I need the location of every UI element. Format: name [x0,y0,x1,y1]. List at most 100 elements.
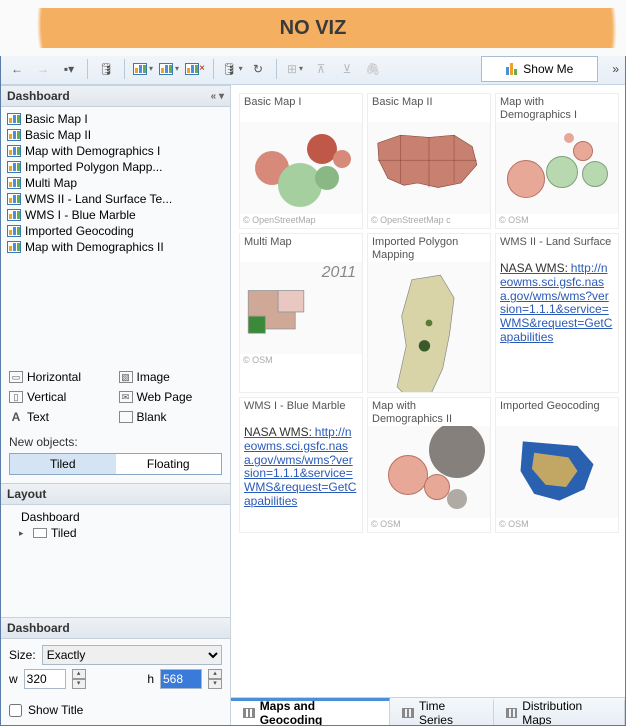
tiled-button[interactable]: Tiled [10,454,116,474]
card-title: Basic Map II [368,94,490,122]
layout-panel-title: Layout [7,487,46,501]
size-mode-select[interactable]: Exactly [42,645,222,665]
sheet-icon [7,225,21,237]
sheet-icon [7,161,21,173]
card-viz: 2011 [240,262,362,354]
sheet-icon [7,209,21,221]
globe-icon: ✉ [119,391,133,403]
obj-vertical[interactable]: ▯Vertical [7,389,115,405]
card-wms-1[interactable]: WMS I - Blue Marble NO VIZ NASA WMS: htt… [239,397,363,533]
sheet-item[interactable]: Imported Geocoding [3,223,228,239]
tab-distribution-maps[interactable]: Distribution Maps [494,698,625,725]
card-imported-polygon[interactable]: Imported Polygon Mapping [367,233,491,393]
sheet-label: Imported Polygon Mapp... [25,160,162,174]
sheet-item[interactable]: Basic Map II [3,127,228,143]
tab-maps-geocoding[interactable]: Maps and Geocoding [231,698,390,725]
dashboard-panel-header[interactable]: Dashboard « ▾ [1,85,230,107]
forward-button[interactable]: → [33,59,53,79]
tree-child[interactable]: ▸Tiled [7,525,224,541]
card-wms-2[interactable]: WMS II - Land Surface NO VIZ NASA WMS: h… [495,233,619,393]
obj-image[interactable]: ▧Image [117,369,225,385]
caret-icon[interactable]: ▸ [19,528,29,539]
datasource-button[interactable]: 🛢 [96,59,116,79]
sheet-item[interactable]: Imported Polygon Mapp... [3,159,228,175]
card-attribution: © OSM [368,518,490,532]
card-title: Imported Polygon Mapping [368,234,490,262]
card-attribution: © OpenStreetMap c [368,214,490,228]
width-input[interactable] [24,669,66,689]
card-title: WMS II - Land Surface [496,234,618,262]
worksheet-tabs: Maps and Geocoding Time Series Distribut… [231,697,625,725]
image-icon: ▧ [119,371,133,383]
horizontal-icon: ▭ [9,371,23,383]
sheet-icon [7,177,21,189]
clear-sheet-button[interactable]: × [185,59,205,79]
dashboard-canvas[interactable]: Basic Map I © OpenStreetMap [231,85,625,697]
group-button[interactable]: ⊞ [285,59,305,79]
dashboard-tab-icon [506,708,518,718]
show-title-label: Show Title [28,703,83,717]
attach-button[interactable]: 🖇 [363,59,383,79]
duplicate-sheet-button[interactable] [159,59,179,79]
floating-button[interactable]: Floating [116,454,222,474]
sheet-item[interactable]: WMS II - Land Surface Te... [3,191,228,207]
sheet-item[interactable]: Basic Map I [3,111,228,127]
layout-panel-header[interactable]: Layout [1,483,230,505]
width-stepper[interactable]: ▴▾ [72,669,86,689]
sheet-icon [7,145,21,157]
obj-blank[interactable]: Blank [117,409,225,425]
sheet-item[interactable]: Map with Demographics I [3,143,228,159]
obj-text[interactable]: AText [7,409,115,425]
canvas: Basic Map I © OpenStreetMap [231,85,625,725]
obj-horizontal[interactable]: ▭Horizontal [7,369,115,385]
refresh-button[interactable]: ↻ [248,59,268,79]
blank-icon [119,411,133,423]
sheet-item[interactable]: Multi Map [3,175,228,191]
sheet-item[interactable]: Map with Demographics II [3,239,228,255]
dashboard-tab-icon [402,708,414,718]
card-basic-map-1[interactable]: Basic Map I © OpenStreetMap [239,93,363,229]
card-title: Map with Demographics I [496,94,618,122]
dashboard-sheet-list: Basic Map I Basic Map II Map with Demogr… [1,107,230,259]
card-viz [496,426,618,518]
show-me-button[interactable]: Show Me [481,56,598,82]
dashboard-panel-title: Dashboard [7,89,70,103]
show-title-checkbox[interactable] [9,704,22,717]
toolbar-overflow[interactable]: » [604,62,619,76]
tree-root[interactable]: Dashboard [7,509,224,525]
card-link[interactable]: NASA WMS: http://neowms.sci.gsfc.nasa.go… [240,426,362,513]
tab-time-series[interactable]: Time Series [390,698,493,725]
card-demographics-2[interactable]: Map with Demographics II © OSM [367,397,491,533]
new-sheet-button[interactable] [133,59,153,79]
sort-asc-button[interactable]: ⊼ [311,59,331,79]
sheet-label: Basic Map I [25,112,88,126]
vertical-icon: ▯ [9,391,23,403]
card-title: WMS I - Blue Marble [240,398,362,426]
card-link[interactable]: NASA WMS: http://neowms.sci.gsfc.nasa.go… [496,262,618,349]
sheet-item[interactable]: WMS I - Blue Marble [3,207,228,223]
card-multi-map[interactable]: Multi Map 2011 © OSM [239,233,363,393]
year-label: 2011 [322,264,356,282]
back-button[interactable]: ← [7,59,27,79]
card-title: Basic Map I [240,94,362,122]
card-basic-map-2[interactable]: Basic Map II © OpenStreetMap c [367,93,491,229]
card-imported-geocoding[interactable]: Imported Geocoding © OSM [495,397,619,533]
card-attribution: © OSM [240,354,362,368]
height-stepper[interactable]: ▴▾ [208,669,222,689]
card-viz [240,122,362,214]
size-row: Size: Exactly [1,639,230,667]
toolbar: ← → ▪▾ 🛢 × 🛢 ↻ ⊞ ⊼ ⊻ 🖇 Show Me » [1,53,625,85]
height-input[interactable] [160,669,202,689]
dashboard-size-panel-header[interactable]: Dashboard [1,617,230,639]
card-demographics-1[interactable]: Map with Demographics I © OSM [495,93,619,229]
card-viz [496,122,618,214]
panel-chevron-icon[interactable]: « ▾ [211,91,224,102]
body: Dashboard « ▾ Basic Map I Basic Map II M… [1,85,625,725]
sheet-label: Imported Geocoding [25,224,134,238]
connect-button[interactable]: 🛢 [222,59,242,79]
card-attribution: © OSM [496,518,618,532]
save-button[interactable]: ▪▾ [59,59,79,79]
obj-webpage[interactable]: ✉Web Page [117,389,225,405]
layout-tree: Dashboard ▸Tiled [1,505,230,617]
sort-desc-button[interactable]: ⊻ [337,59,357,79]
